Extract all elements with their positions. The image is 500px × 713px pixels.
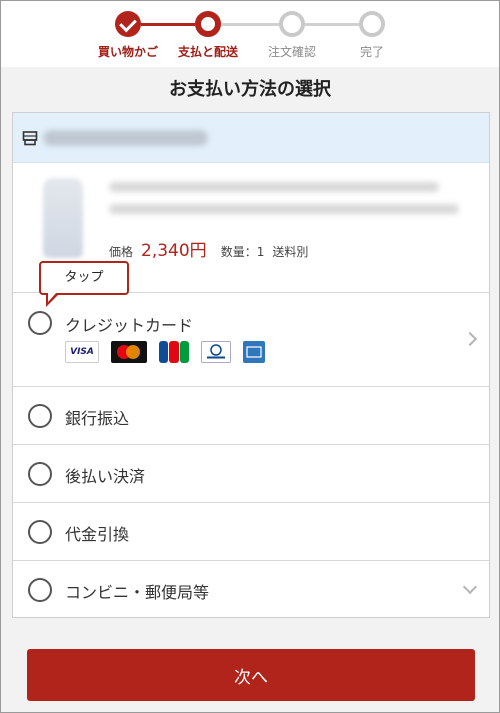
- step-connector-1: [141, 23, 195, 26]
- tap-callout-tail-inner: [48, 292, 57, 302]
- payment-option-cod[interactable]: 代金引換: [13, 502, 489, 560]
- payment-option-convenience-store[interactable]: コンビニ・郵便局等: [13, 560, 489, 617]
- payment-option-credit-card[interactable]: クレジットカード VISA: [13, 292, 489, 386]
- product-title-redacted-line-2: [109, 204, 459, 214]
- amex-logo: [243, 341, 265, 363]
- diners-logo: [201, 341, 231, 363]
- step-4-pending-icon: [359, 11, 385, 37]
- chevron-down-icon[interactable]: [462, 579, 478, 595]
- shipping-note: 送料別: [272, 245, 309, 259]
- radio-deferred[interactable]: [28, 462, 52, 486]
- store-icon: [22, 131, 38, 146]
- option-label-deferred: 後払い決済: [65, 467, 146, 486]
- quantity: 数量：1: [220, 245, 265, 259]
- mastercard-logo: [111, 341, 147, 363]
- product-title-redacted-line-1: [109, 182, 439, 192]
- step-label-complete: 完了: [359, 45, 384, 59]
- price-value: 2,340円: [141, 241, 207, 261]
- chevron-right-icon: [462, 331, 478, 347]
- app-frame: 買い物かご 支払と配送 注文確認 完了 お支払い方法の選択 価格 2,340円 …: [0, 0, 500, 713]
- page-title: お支払い方法の選択: [169, 79, 331, 100]
- product-image: [43, 178, 83, 258]
- step-connector-2: [221, 23, 279, 26]
- price-label: 価格: [109, 245, 134, 259]
- option-label-bank-transfer: 銀行振込: [65, 409, 130, 428]
- step-2-current-icon: [195, 11, 221, 37]
- radio-cod[interactable]: [28, 520, 52, 544]
- step-3-pending-icon: [279, 11, 305, 37]
- step-label-confirm: 注文確認: [267, 45, 316, 59]
- option-label-convenience-store: コンビニ・郵便局等: [65, 583, 210, 602]
- visa-logo: VISA: [65, 341, 99, 363]
- payment-option-deferred[interactable]: 後払い決済: [13, 444, 489, 502]
- checkout-stepper: 買い物かご 支払と配送 注文確認 完了: [1, 1, 499, 67]
- next-button[interactable]: 次へ: [27, 649, 475, 701]
- step-label-cart: 買い物かご: [97, 45, 158, 59]
- order-card: 価格 2,340円 数量：1 送料別 クレジットカード VISA 銀行振込 後払…: [12, 112, 490, 618]
- step-connector-3: [305, 23, 359, 26]
- payment-option-bank-transfer[interactable]: 銀行振込: [13, 386, 489, 444]
- radio-credit-card[interactable]: [28, 311, 52, 335]
- card-brand-logos: VISA: [65, 341, 265, 363]
- radio-bank-transfer[interactable]: [28, 404, 52, 428]
- tap-callout: タップ: [39, 261, 129, 295]
- option-label-cod: 代金引換: [65, 525, 130, 544]
- radio-convenience-store[interactable]: [28, 578, 52, 602]
- jcb-logo: [159, 341, 189, 363]
- price-row: 価格 2,340円 数量：1 送料別: [109, 236, 308, 262]
- option-label-credit-card: クレジットカード: [65, 316, 194, 335]
- step-label-payment: 支払と配送: [177, 45, 238, 59]
- shop-name-redacted: [43, 130, 208, 146]
- shop-header: [13, 113, 489, 163]
- step-1-check-icon: [115, 11, 141, 37]
